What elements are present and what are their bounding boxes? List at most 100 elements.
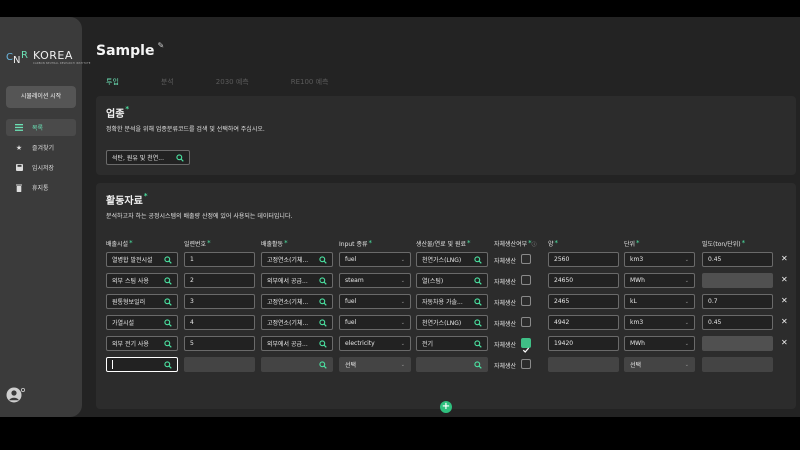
main-content: Sample ✎ 투입 분석 2030 예측 RE100 예측 업종* 정확한 …	[96, 17, 800, 417]
emission-activity-input[interactable]: 외부에서 공급...	[261, 336, 333, 351]
self-production-checkbox[interactable]	[521, 296, 531, 306]
search-icon[interactable]	[474, 360, 482, 369]
unit-select[interactable]: km3 ⌄	[624, 252, 695, 267]
start-simulation-button[interactable]: 시뮬레이션 시작	[6, 86, 76, 108]
density-input[interactable]: 0.45	[702, 252, 773, 267]
search-icon[interactable]	[164, 339, 172, 348]
delete-row-icon[interactable]: ✕	[781, 296, 788, 305]
self-production-label: 자체생산	[494, 321, 517, 328]
unit-select[interactable]: MWh ⌄	[624, 336, 695, 351]
tab-2030-forecast[interactable]: 2030 예측	[206, 75, 259, 91]
search-icon[interactable]	[474, 297, 482, 306]
input-type-select[interactable]: steam ⌄	[339, 273, 411, 288]
facility-input[interactable]: 원통형보일러	[106, 294, 178, 309]
search-icon[interactable]	[319, 297, 327, 306]
search-icon[interactable]	[319, 360, 327, 369]
product-input[interactable]: 열(스팀)	[416, 273, 488, 288]
serial-number-input[interactable]: 5	[184, 336, 255, 351]
amount-input[interactable]: 19420	[548, 336, 619, 351]
serial-number-input[interactable]: 4	[184, 315, 255, 330]
self-production-checkbox[interactable]	[521, 338, 531, 353]
search-icon[interactable]	[319, 318, 327, 327]
search-icon[interactable]	[164, 318, 172, 327]
facility-input[interactable]: 외부 전기 사용	[106, 336, 178, 351]
serial-number-input[interactable]: 3	[184, 294, 255, 309]
product-input[interactable]	[416, 357, 488, 372]
search-icon[interactable]	[164, 297, 172, 306]
unit-select[interactable]: 선택 ⌄	[624, 357, 695, 372]
input-type-select[interactable]: 선택 ⌄	[339, 357, 411, 372]
tab-input[interactable]: 투입	[96, 75, 129, 91]
density-input[interactable]	[702, 357, 773, 372]
self-production-checkbox[interactable]	[521, 275, 531, 285]
self-production-checkbox[interactable]	[521, 317, 531, 327]
tab-re100-forecast[interactable]: RE100 예측	[281, 75, 339, 91]
amount-input[interactable]: 2465	[548, 294, 619, 309]
emission-activity-input[interactable]: 고정연소(기체...	[261, 315, 333, 330]
column-header-self-production: 자체생산여부*ⓘ	[494, 239, 537, 248]
tab-analysis[interactable]: 분석	[151, 75, 184, 91]
emission-activity-input[interactable]	[261, 357, 333, 372]
sidebar-item-favorites[interactable]: ★ 즐겨찾기	[6, 139, 76, 156]
delete-row-icon[interactable]: ✕	[781, 275, 788, 284]
amount-input[interactable]	[548, 357, 619, 372]
unit-select[interactable]: MWh ⌄	[624, 273, 695, 288]
product-input[interactable]: 천연가스(LNG)	[416, 315, 488, 330]
density-input[interactable]	[702, 273, 773, 288]
density-input[interactable]: 0.7	[702, 294, 773, 309]
delete-row-icon[interactable]: ✕	[781, 317, 788, 326]
search-icon[interactable]	[319, 339, 327, 348]
self-production-checkbox[interactable]	[521, 359, 531, 369]
search-icon[interactable]	[319, 255, 327, 264]
input-type-select[interactable]: fuel ⌄	[339, 315, 411, 330]
input-type-select[interactable]: fuel ⌄	[339, 294, 411, 309]
search-icon[interactable]	[164, 255, 172, 264]
sidebar-item-list[interactable]: 목록	[6, 119, 76, 136]
search-icon[interactable]	[474, 255, 482, 264]
unit-select[interactable]: km3 ⌄	[624, 315, 695, 330]
logo-text: KOREA	[33, 49, 73, 62]
search-icon[interactable]	[319, 276, 327, 285]
serial-number-input[interactable]: 1	[184, 252, 255, 267]
product-input[interactable]: 천연가스(LNG)	[416, 252, 488, 267]
input-type-select[interactable]: fuel ⌄	[339, 252, 411, 267]
sidebar-item-drafts[interactable]: 임시저장	[6, 159, 76, 176]
amount-input[interactable]: 2560	[548, 252, 619, 267]
product-input[interactable]: 자동차용 가솔...	[416, 294, 488, 309]
emission-activity-input[interactable]: 외부에서 공급...	[261, 273, 333, 288]
unit-select[interactable]: kL ⌄	[624, 294, 695, 309]
logo-subtitle: CARBON NEUTRAL RESEARCH INSTITUTE	[33, 62, 91, 65]
facility-input[interactable]: 외부 스팀 사용	[106, 273, 178, 288]
serial-number-input[interactable]: 2	[184, 273, 255, 288]
self-production-checkbox[interactable]	[521, 254, 531, 264]
user-avatar[interactable]	[6, 387, 25, 403]
search-icon[interactable]	[164, 276, 172, 285]
delete-row-icon[interactable]: ✕	[781, 254, 788, 263]
density-input[interactable]: 0.45	[702, 315, 773, 330]
input-type-select[interactable]: electricity ⌄	[339, 336, 411, 351]
search-icon[interactable]	[474, 339, 482, 348]
amount-input[interactable]: 24650	[548, 273, 619, 288]
self-production-label: 자체생산	[494, 258, 517, 265]
facility-input[interactable]: 가열시설	[106, 315, 178, 330]
search-icon[interactable]	[474, 318, 482, 327]
list-icon	[15, 124, 23, 132]
search-icon[interactable]	[474, 276, 482, 285]
sidebar-item-trash[interactable]: 휴지통	[6, 179, 76, 196]
emission-activity-input[interactable]: 고정연소(기체...	[261, 252, 333, 267]
industry-search-input[interactable]: 석탄, 원유 및 천연...	[106, 150, 190, 165]
info-icon[interactable]: ⓘ	[532, 242, 537, 248]
amount-input[interactable]: 4942	[548, 315, 619, 330]
sidebar-item-label: 목록	[32, 125, 44, 132]
product-input[interactable]: 전기	[416, 336, 488, 351]
edit-icon[interactable]: ✎	[157, 41, 164, 50]
serial-number-input[interactable]	[184, 357, 255, 372]
add-row-button[interactable]: +	[440, 401, 452, 413]
density-input[interactable]	[702, 336, 773, 351]
facility-input[interactable]	[106, 357, 178, 372]
search-icon[interactable]	[176, 153, 184, 162]
delete-row-icon[interactable]: ✕	[781, 338, 788, 347]
search-icon[interactable]	[164, 360, 172, 369]
emission-activity-input[interactable]: 고정연소(기체...	[261, 294, 333, 309]
facility-input[interactable]: 열병합 발전시설	[106, 252, 178, 267]
